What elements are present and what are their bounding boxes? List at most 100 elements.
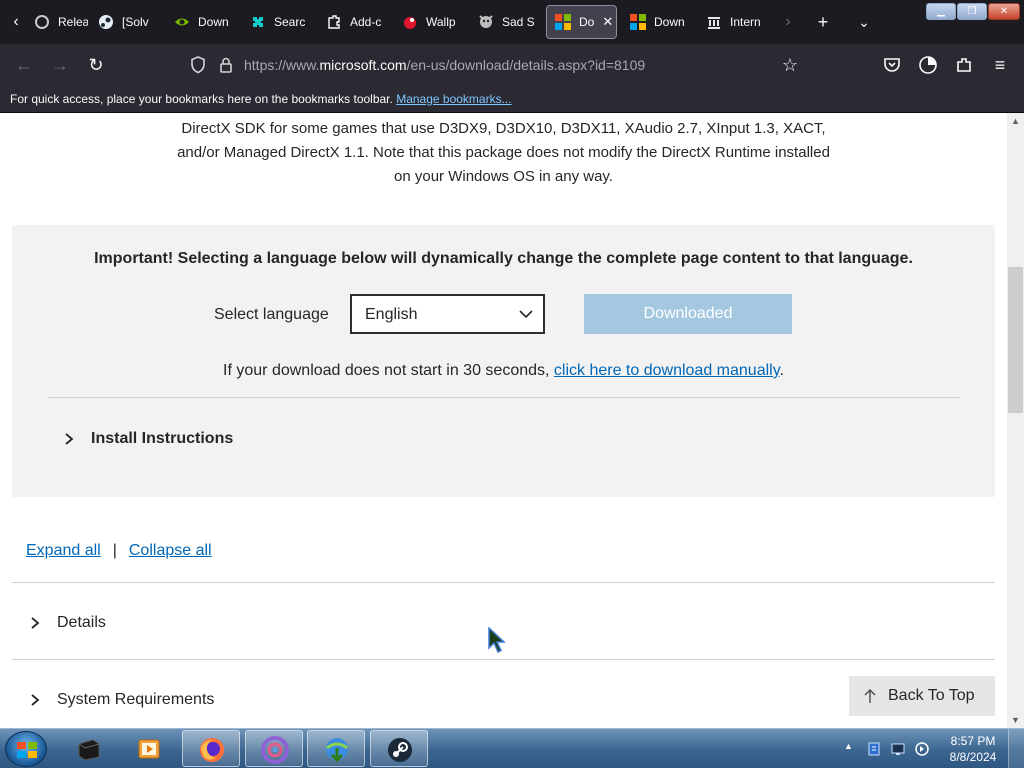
- clock-time: 8:57 PM: [950, 734, 996, 748]
- vertical-scrollbar[interactable]: ▲ ▼: [1007, 113, 1024, 728]
- manual-download-notice: If your download does not start in 30 se…: [223, 362, 784, 379]
- microsoft-icon: [555, 14, 571, 30]
- reload-icon[interactable]: ↻: [84, 53, 108, 77]
- list-all-tabs-chevron-icon[interactable]: ⌄: [852, 10, 876, 34]
- mouse-cursor-icon: [488, 627, 506, 654]
- taskbar-app-steam[interactable]: [370, 730, 428, 767]
- description-line: and/or Managed DirectX 1.1. Note that th…: [177, 144, 830, 161]
- bookmarks-empty-message: For quick access, place your bookmarks h…: [10, 92, 512, 106]
- taskbar-app-media-player[interactable]: [120, 730, 178, 767]
- scroll-up-arrow-icon[interactable]: ▲: [1007, 114, 1024, 128]
- windows-taskbar: ▲ 8:57 PM 8/8/2024: [0, 728, 1024, 768]
- steam-icon: [98, 14, 114, 30]
- divider: [12, 582, 995, 583]
- language-select[interactable]: English: [350, 294, 545, 334]
- tab-label: Do: [579, 15, 595, 29]
- manual-download-link[interactable]: click here to download manually: [554, 362, 780, 379]
- speaker-volume-icon[interactable]: [914, 741, 930, 757]
- back-to-top-label: Back To Top: [888, 687, 975, 704]
- steam-icon: [388, 738, 412, 762]
- microsoft-icon: [630, 14, 646, 30]
- taskbar-app-firefox[interactable]: [182, 730, 240, 767]
- tab-label: [Solv: [122, 15, 149, 29]
- tab-label: Add-c: [350, 15, 382, 29]
- firefox-view-clock-icon[interactable]: [916, 53, 940, 77]
- tab-label: Searc: [274, 15, 306, 29]
- nvidia-icon: [174, 14, 190, 30]
- tab-search[interactable]: Searc: [242, 5, 308, 39]
- search-puzzle-icon: [250, 14, 266, 30]
- tab-nvidia-download[interactable]: Down: [166, 5, 234, 39]
- tab-label: Sad S: [502, 15, 534, 29]
- back-arrow-icon[interactable]: ←: [12, 53, 36, 77]
- hamburger-menu-icon[interactable]: ≡: [988, 53, 1012, 77]
- url-text[interactable]: https://www.microsoft.com/en-us/download…: [244, 57, 645, 73]
- tab-add-ons[interactable]: Add-c: [318, 5, 382, 39]
- forward-arrow-icon[interactable]: →: [48, 53, 72, 77]
- system-requirements-label: System Requirements: [57, 691, 215, 708]
- extensions-puzzle-icon[interactable]: [952, 53, 976, 77]
- system-requirements-accordion-toggle[interactable]: System Requirements: [28, 688, 214, 712]
- tab-internet-archive[interactable]: Intern: [698, 5, 762, 39]
- tab-steam-solved[interactable]: [Solv: [90, 5, 156, 39]
- description-line: DirectX SDK for some games that use D3DX…: [181, 120, 826, 137]
- tab-label: Relea: [58, 15, 88, 29]
- details-label: Details: [57, 614, 106, 631]
- navigation-toolbar: ← → ↻ https://www.microsoft.com/en-us/do…: [0, 44, 1024, 86]
- close-window-button[interactable]: ✕: [988, 3, 1020, 20]
- tracking-protection-shield-icon[interactable]: [186, 53, 210, 77]
- tab-sad-satan[interactable]: Sad S: [470, 5, 534, 39]
- scroll-down-arrow-icon[interactable]: ▼: [1007, 713, 1024, 727]
- arrow-up-icon: [864, 688, 876, 703]
- show-desktop-button[interactable]: [1008, 729, 1024, 768]
- details-accordion-toggle[interactable]: Details: [28, 611, 106, 635]
- padlock-icon[interactable]: [214, 53, 238, 77]
- release-icon: [34, 14, 50, 30]
- firefox-icon: [200, 738, 224, 762]
- archive-icon: [706, 14, 722, 30]
- tab-wallpaper[interactable]: Wallp: [394, 5, 458, 39]
- system-clock[interactable]: 8:57 PM 8/8/2024: [946, 733, 1000, 765]
- back-to-top-button[interactable]: Back To Top: [849, 676, 995, 716]
- collapse-all-link[interactable]: Collapse all: [129, 542, 212, 559]
- tab-release[interactable]: Relea: [26, 5, 88, 39]
- install-instructions-label: Install Instructions: [91, 430, 234, 447]
- taskbar-app-vs-installer[interactable]: [245, 730, 303, 767]
- chevron-right-icon: [31, 694, 40, 706]
- tab-label: Intern: [730, 15, 761, 29]
- security-tray-icon[interactable]: [866, 741, 882, 757]
- install-instructions-toggle[interactable]: Install Instructions: [62, 427, 233, 451]
- bookmark-star-icon[interactable]: ☆: [778, 53, 802, 77]
- tab-label: Down: [654, 15, 685, 29]
- new-tab-plus-icon[interactable]: +: [811, 10, 835, 34]
- tab-download-directx-active[interactable]: Do ✕: [546, 5, 617, 39]
- sad-satan-icon: [478, 14, 494, 30]
- expand-collapse-controls: Expand all | Collapse all: [26, 542, 212, 560]
- taskbar-app-internet-download-manager[interactable]: [307, 730, 365, 767]
- download-panel: Important! Selecting a language below wi…: [12, 225, 995, 497]
- select-language-label: Select language: [214, 306, 329, 323]
- show-hidden-icons-chevron-icon[interactable]: ▲: [844, 741, 860, 757]
- file-manager-icon: [78, 739, 100, 761]
- address-bar[interactable]: https://www.microsoft.com/en-us/download…: [183, 49, 773, 81]
- tab-scroll-left-icon[interactable]: ‹: [4, 10, 28, 34]
- bookmarks-toolbar: For quick access, place your bookmarks h…: [0, 86, 1024, 113]
- manage-bookmarks-link[interactable]: Manage bookmarks...: [396, 92, 511, 106]
- download-button[interactable]: Downloaded: [584, 294, 792, 334]
- scrollbar-thumb[interactable]: [1008, 267, 1023, 413]
- restore-window-button[interactable]: ❐: [957, 3, 987, 20]
- close-tab-icon[interactable]: ✕: [602, 14, 613, 30]
- tab-scroll-right-icon[interactable]: ›: [776, 10, 800, 34]
- expand-all-link[interactable]: Expand all: [26, 542, 101, 559]
- divider: [47, 397, 960, 398]
- package-description: DirectX SDK for some games that use D3DX…: [0, 117, 1007, 189]
- clock-date: 8/8/2024: [949, 750, 997, 764]
- description-line: on your Windows OS in any way.: [394, 168, 613, 185]
- start-button[interactable]: [5, 731, 47, 767]
- taskbar-app-file-manager[interactable]: [60, 730, 118, 767]
- pocket-icon[interactable]: [880, 53, 904, 77]
- divider: [12, 659, 995, 660]
- tab-download[interactable]: Down: [622, 5, 690, 39]
- network-monitor-icon[interactable]: [890, 741, 906, 757]
- minimize-window-button[interactable]: ▁: [926, 3, 956, 20]
